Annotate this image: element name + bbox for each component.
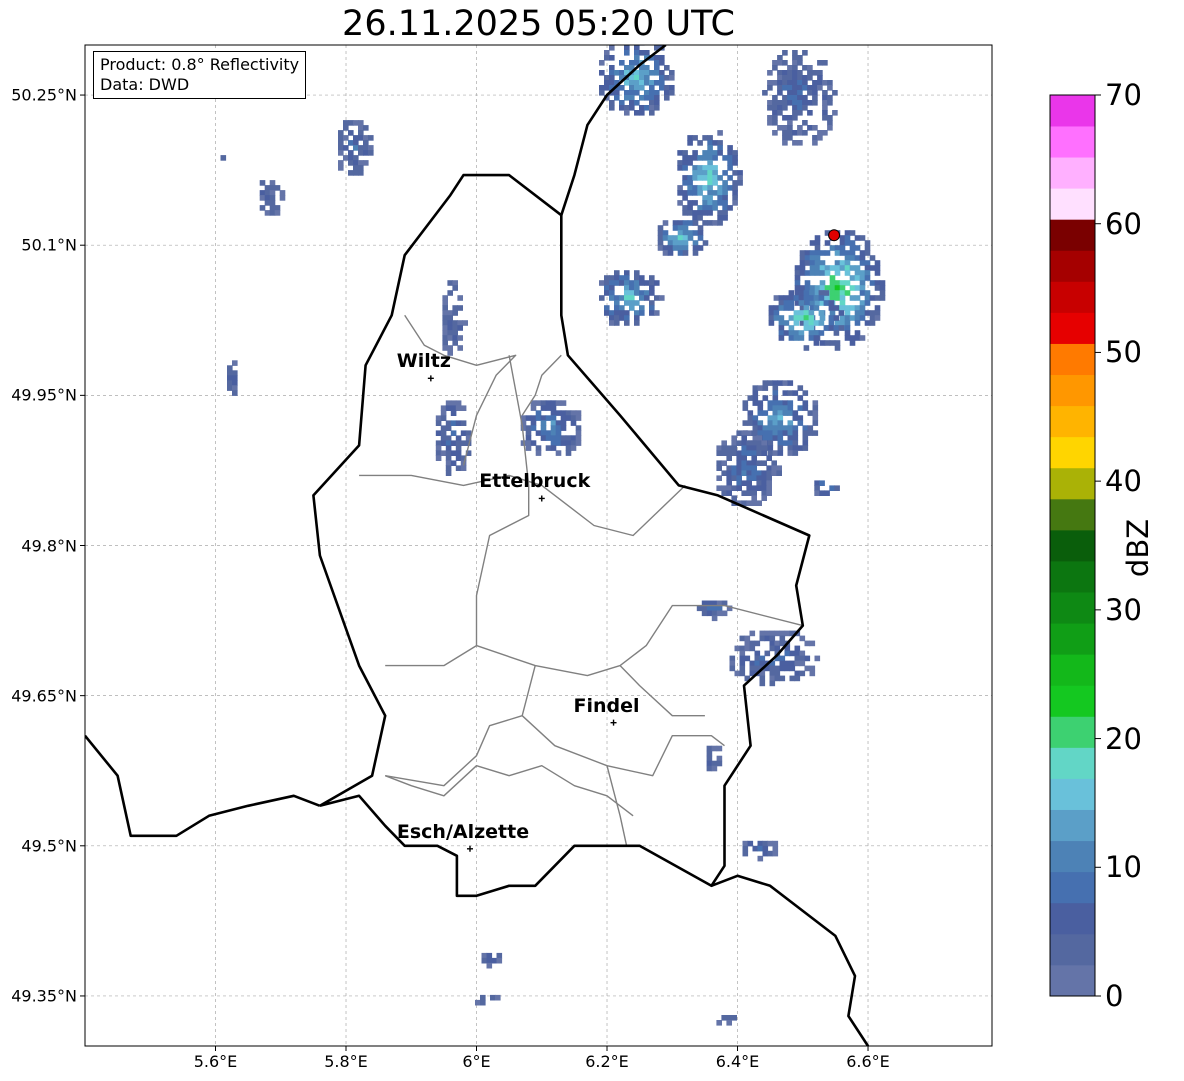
colorbar-segment (1050, 467, 1095, 500)
lon-tick-label: 6.6°E (846, 1052, 890, 1071)
colorbar-segment (1050, 654, 1095, 686)
echo-cell (657, 220, 709, 256)
colorbar-segment (1050, 219, 1095, 251)
colorbar-tick-label: 0 (1105, 979, 1124, 1013)
echo-cell (227, 360, 238, 396)
data-source-line: Data: DWD (100, 75, 190, 94)
colorbar-segment (1050, 902, 1095, 935)
colorbar-segment (1050, 747, 1095, 779)
colorbar-segment (1050, 809, 1095, 842)
radar-site-marker (828, 229, 841, 242)
city-label: Findel (573, 694, 640, 717)
radar-map (80, 44, 1101, 1051)
product-info-box: Product: 0.8° Reflectivity Data: DWD (93, 51, 307, 99)
colorbar-segment (1050, 126, 1095, 158)
colorbar-segment (1050, 343, 1095, 376)
colorbar-tick-label: 60 (1105, 206, 1142, 241)
lon-tick-label: 6°E (462, 1052, 491, 1071)
product-line: Product: 0.8° Reflectivity (100, 55, 300, 74)
colorbar-segment (1050, 529, 1095, 562)
colorbar-segment (1050, 405, 1095, 438)
colorbar-segment (1050, 778, 1095, 810)
colorbar-unit-label: dBZ (1121, 518, 1155, 578)
city-label: Ettelbruck (479, 470, 591, 493)
colorbar-tick-label: 20 (1105, 721, 1142, 756)
colorbar-segment (1050, 312, 1095, 344)
colorbar-segment (1050, 374, 1095, 407)
colorbar-segment (1050, 436, 1095, 469)
lon-tick-label: 5.6°E (193, 1052, 238, 1071)
echo-cell (220, 155, 227, 161)
colorbar-segment (1050, 964, 1095, 997)
lat-tick-label: 50.25°N (11, 85, 77, 105)
colorbar-segment (1050, 685, 1095, 717)
lon-tick-label: 5.8°E (324, 1052, 368, 1071)
colorbar-tick-label: 50 (1105, 335, 1142, 370)
lon-tick-marks (215, 1046, 869, 1051)
colorbar-segment (1050, 933, 1095, 966)
lat-tick-label: 49.35°N (11, 986, 77, 1006)
colorbar-segment (1050, 95, 1095, 127)
colorbar-segment (1050, 716, 1095, 748)
colorbar-segment (1050, 623, 1095, 655)
lat-tick-label: 49.95°N (11, 385, 77, 405)
lat-tick-label: 49.65°N (11, 686, 77, 706)
colorbar-segment (1050, 871, 1095, 904)
city-label: Esch/Alzette (396, 820, 530, 843)
colorbar-tick-label: 70 (1105, 78, 1142, 112)
colorbar-segment (1050, 561, 1095, 593)
city-label: Wiltz (396, 350, 451, 373)
lat-tick-label: 49.5°N (21, 836, 77, 856)
colorbar-segment (1050, 157, 1095, 189)
lat-tick-label: 49.8°N (21, 536, 77, 555)
lon-tick-label: 6.2°E (585, 1052, 629, 1071)
lat-tick-marks (80, 94, 85, 997)
colorbar-tick-label: 10 (1105, 850, 1142, 885)
colorbar-segment (1050, 250, 1095, 282)
colorbar-segment (1050, 498, 1095, 531)
colorbar-tick-label: 40 (1105, 464, 1142, 499)
colorbar-segment (1050, 188, 1095, 220)
lat-tick-label: 50.1°N (21, 235, 77, 255)
colorbar-tick-label: 30 (1105, 592, 1142, 627)
lon-tick-label: 6.4°E (715, 1052, 760, 1071)
colorbar (1050, 94, 1101, 997)
colorbar-segment (1050, 840, 1095, 873)
colorbar-segment (1050, 281, 1095, 313)
colorbar-segment (1050, 592, 1095, 624)
echo-cell (762, 50, 838, 146)
